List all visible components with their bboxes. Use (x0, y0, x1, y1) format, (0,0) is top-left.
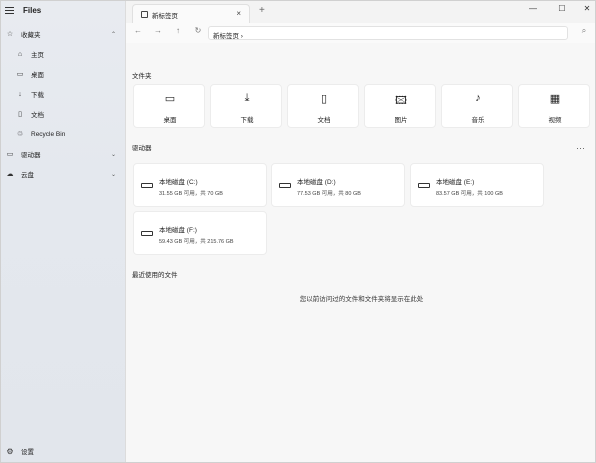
drive-icon (279, 183, 291, 188)
tab-page-icon (141, 11, 148, 18)
video-icon: ▦ (549, 93, 561, 105)
folder-card-label: 桌面 (163, 117, 177, 124)
drive-space: 83.57 GB 可用，共 100 GB (436, 191, 503, 197)
sidebar-item-label: 驱动器 (21, 152, 41, 159)
sidebar-item-home[interactable]: ⌂ 主页 (1, 45, 126, 63)
download-icon: ↓ (18, 90, 22, 98)
app-title: Files (23, 6, 42, 15)
download-icon: ⤓ (244, 92, 250, 104)
drive-icon (418, 183, 430, 188)
folder-card-label: 音乐 (471, 117, 485, 124)
drive-space: 31.55 GB 可用，共 70 GB (159, 191, 223, 197)
forward-button[interactable]: → (152, 26, 164, 35)
folder-card-desktop[interactable]: ▭ 桌面 (133, 84, 205, 128)
drive-icon: ▭ (6, 151, 14, 158)
sidebar-item-label: 下载 (31, 92, 44, 99)
drive-space: 77.53 GB 可用，共 80 GB (297, 191, 361, 197)
sidebar-item-label: 主页 (31, 52, 44, 59)
maximize-button[interactable]: ☐ (555, 4, 569, 13)
tab-new-tab[interactable]: 新标签页 × (132, 4, 250, 23)
back-button[interactable]: ← (132, 26, 144, 35)
navigation-bar: ← → ↑ ↻ 新标签页 › ⌕ (126, 23, 595, 43)
sidebar-item-documents[interactable]: ▯ 文档 (1, 105, 126, 123)
folder-card-music[interactable]: ♪ 音乐 (441, 84, 513, 128)
drive-name: 本地磁盘 (C:) (159, 179, 198, 186)
star-icon: ☆ (6, 31, 14, 38)
sidebar-item-desktop[interactable]: ▭ 桌面 (1, 65, 126, 83)
sidebar-item-cloud[interactable]: ☁ 云盘 ⌄ (1, 165, 126, 183)
drive-icon (141, 231, 153, 236)
title-bar: 新标签页 × + — ☐ ✕ (126, 1, 595, 23)
drive-name: 本地磁盘 (E:) (436, 179, 475, 186)
hamburger-menu-icon[interactable] (5, 7, 14, 15)
close-window-button[interactable]: ✕ (580, 4, 594, 13)
add-tab-button[interactable]: + (259, 5, 265, 16)
search-icon[interactable]: ⌕ (578, 26, 590, 36)
folder-card-label: 图片 (394, 117, 408, 124)
breadcrumb: 新标签页 › (213, 33, 243, 40)
more-options-icon[interactable]: ··· (576, 143, 585, 153)
drive-name: 本地磁盘 (D:) (297, 179, 336, 186)
chevron-down-icon[interactable]: ⌄ (111, 171, 116, 178)
document-icon: ▯ (18, 111, 22, 118)
cloud-icon: ☁ (6, 171, 14, 178)
refresh-button[interactable]: ↻ (192, 26, 204, 35)
files-window: Files ☆ 收藏夹 ⌃ ⌂ 主页 ▭ 桌面 ↓ 下载 ▯ 文档 ♲ Recy… (0, 0, 596, 463)
tab-label: 新标签页 (152, 13, 178, 20)
folders-section-title: 文件夹 (132, 73, 152, 80)
folder-card-videos[interactable]: ▦ 视频 (518, 84, 590, 128)
drives-section-title: 驱动器 (132, 145, 152, 152)
drive-name: 本地磁盘 (F:) (159, 227, 197, 234)
sidebar-item-favorites[interactable]: ☆ 收藏夹 ⌃ (1, 25, 126, 43)
chevron-down-icon[interactable]: ⌄ (111, 151, 116, 158)
desktop-icon: ▭ (164, 93, 176, 105)
settings-label: 设置 (21, 449, 34, 456)
sidebar-item-label: 文档 (31, 112, 44, 119)
sidebar-item-label: Recycle Bin (31, 130, 66, 138)
folder-card-pictures[interactable]: 🖾 图片 (364, 84, 436, 128)
document-icon: ▯ (320, 93, 328, 105)
pictures-icon: 🖾 (395, 95, 407, 107)
drive-card-e[interactable]: 本地磁盘 (E:) 83.57 GB 可用，共 100 GB (410, 163, 544, 207)
sidebar-item-drives[interactable]: ▭ 驱动器 ⌄ (1, 145, 126, 163)
folder-card-label: 文档 (317, 117, 331, 124)
drive-icon (141, 183, 153, 188)
app-header: Files (1, 1, 126, 23)
desktop-icon: ▭ (16, 71, 24, 78)
sidebar: Files ☆ 收藏夹 ⌃ ⌂ 主页 ▭ 桌面 ↓ 下载 ▯ 文档 ♲ Recy… (1, 1, 126, 462)
close-tab-icon[interactable]: × (236, 9, 241, 18)
home-icon: ⌂ (17, 50, 23, 58)
recent-files-section-title: 最近使用的文件 (132, 272, 178, 279)
address-bar[interactable]: 新标签页 › (208, 26, 568, 40)
settings-button[interactable]: ⚙ 设置 (1, 442, 126, 460)
gear-icon: ⚙ (6, 446, 14, 456)
drive-space: 59.43 GB 可用，共 215.76 GB (159, 239, 234, 245)
main-content: 文件夹 ▭ 桌面 ⤓ 下载 ▯ 文档 🖾 图片 ♪ 音乐 ▦ 视频 驱动器 ··… (126, 43, 595, 462)
sidebar-item-label: 桌面 (31, 72, 44, 79)
sidebar-item-label: 云盘 (21, 172, 34, 179)
drive-card-d[interactable]: 本地磁盘 (D:) 77.53 GB 可用，共 80 GB (271, 163, 405, 207)
minimize-button[interactable]: — (526, 4, 540, 13)
chevron-up-icon[interactable]: ⌃ (111, 31, 116, 38)
sidebar-item-downloads[interactable]: ↓ 下载 (1, 85, 126, 103)
folder-card-label: 视频 (548, 117, 562, 124)
folder-card-documents[interactable]: ▯ 文档 (287, 84, 359, 128)
folder-card-label: 下载 (240, 117, 254, 124)
music-icon: ♪ (475, 92, 481, 104)
sidebar-item-recycle-bin[interactable]: ♲ Recycle Bin (1, 125, 126, 143)
drive-card-f[interactable]: 本地磁盘 (F:) 59.43 GB 可用，共 215.76 GB (133, 211, 267, 255)
recent-files-empty-message: 您以前访问过的文件和文件夹将显示在此处 (299, 296, 424, 303)
sidebar-item-label: 收藏夹 (21, 32, 41, 39)
up-button[interactable]: ↑ (172, 26, 184, 35)
recycle-bin-icon: ♲ (16, 131, 24, 138)
drive-card-c[interactable]: 本地磁盘 (C:) 31.55 GB 可用，共 70 GB (133, 163, 267, 207)
folder-card-downloads[interactable]: ⤓ 下载 (210, 84, 282, 128)
